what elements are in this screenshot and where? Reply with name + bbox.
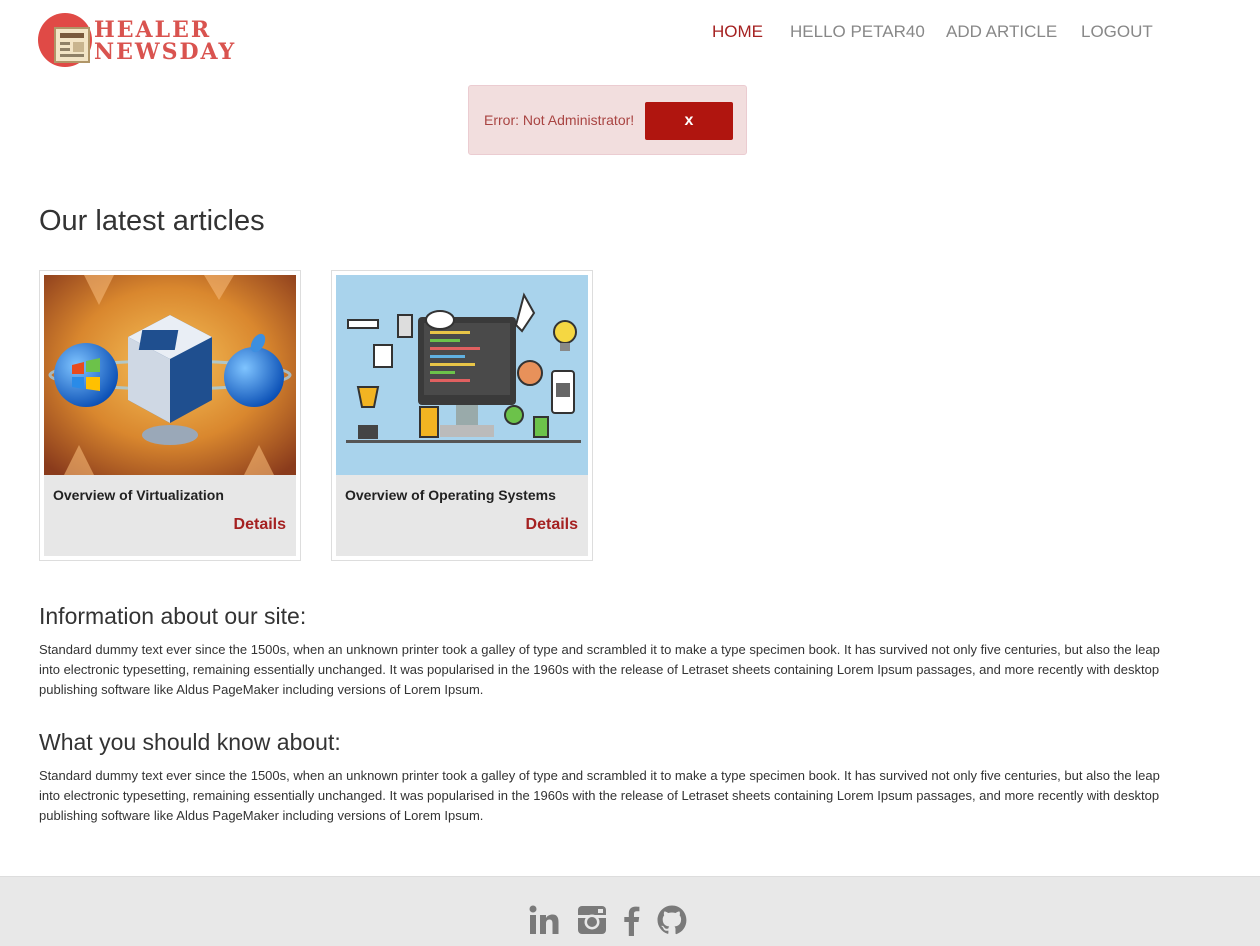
instagram-icon[interactable] [576,904,608,936]
footer [0,876,1260,946]
linkedin-icon[interactable] [528,904,560,936]
article-details-link[interactable]: Details [526,516,578,534]
nav-user-greeting[interactable]: HELLO PETAR40 [790,22,925,42]
info-heading: Information about our site: [39,603,307,629]
nav-logout[interactable]: LOGOUT [1081,22,1153,42]
nav-add-article[interactable]: ADD ARTICLE [946,22,1057,42]
article-image-operating-systems[interactable] [336,275,588,475]
article-card-body: Overview of Operating Systems Details [336,475,588,556]
error-alert: Error: Not Administrator! x [468,85,747,155]
info-text: Standard dummy text ever since the 1500s… [39,642,1160,697]
article-title: Overview of Operating Systems [345,487,556,503]
article-image-virtualization[interactable] [44,275,296,475]
know-heading: What you should know about: [39,729,341,755]
facebook-icon[interactable] [616,904,648,936]
article-card[interactable]: Overview of Virtualization Details [39,270,301,561]
header: HEALER NEWSDAY HOME HELLO PETAR40 ADD AR… [0,0,1260,80]
articles-heading: Our latest articles [39,205,265,237]
alert-message: Error: Not Administrator! [484,112,635,128]
nav-home[interactable]: HOME [712,22,763,42]
article-card-body: Overview of Virtualization Details [44,475,296,556]
github-icon[interactable] [656,904,688,936]
know-text: Standard dummy text ever since the 1500s… [39,768,1160,823]
article-card[interactable]: Overview of Operating Systems Details [331,270,593,561]
article-title: Overview of Virtualization [53,487,224,503]
article-details-link[interactable]: Details [234,516,286,534]
main-nav: HOME HELLO PETAR40 ADD ARTICLE LOGOUT [0,22,1260,42]
logo-line-2: NEWSDAY [94,39,237,65]
alert-close-button[interactable]: x [645,102,733,140]
